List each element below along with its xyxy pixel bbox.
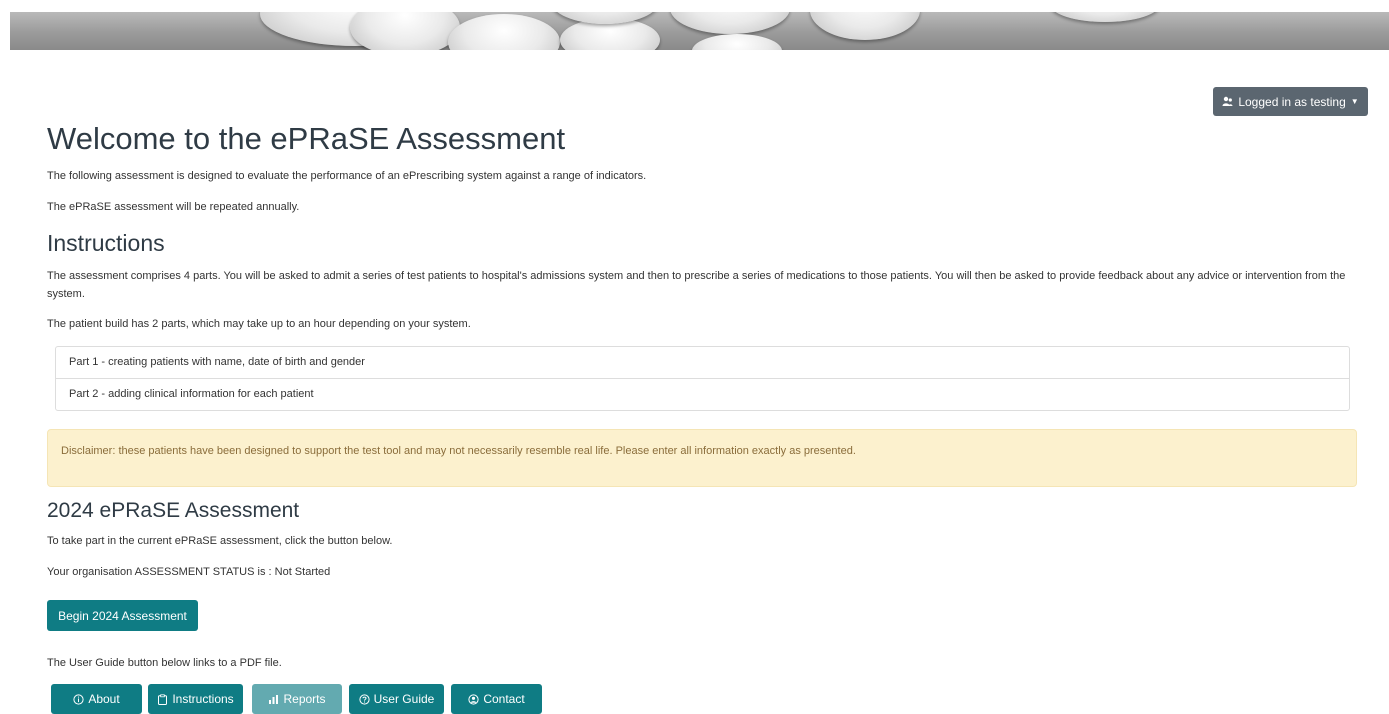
disclaimer-alert: Disclaimer: these patients have been des… bbox=[47, 429, 1357, 487]
instructions-heading: Instructions bbox=[47, 230, 165, 256]
user-icon bbox=[1222, 96, 1233, 107]
login-label: Logged in as testing bbox=[1238, 94, 1346, 109]
question-circle-icon bbox=[359, 693, 370, 705]
list-item: Part 1 - creating patients with name, da… bbox=[69, 356, 365, 368]
begin-assessment-label: Begin 2024 Assessment bbox=[58, 608, 187, 623]
contact-label: Contact bbox=[483, 692, 525, 706]
user-guide-button[interactable]: User Guide bbox=[349, 684, 444, 714]
parts-list: Part 1 - creating patients with name, da… bbox=[55, 346, 1350, 411]
intro-line-1: The following assessment is designed to … bbox=[47, 170, 647, 182]
page-title: Welcome to the ePRaSE Assessment bbox=[47, 121, 566, 156]
about-label: About bbox=[88, 692, 120, 706]
user-guide-label: User Guide bbox=[373, 692, 435, 706]
instructions-label: Instructions bbox=[172, 692, 234, 706]
instructions-button[interactable]: Instructions bbox=[148, 684, 243, 714]
header-banner-image bbox=[10, 12, 1389, 50]
user-circle-icon bbox=[468, 693, 479, 705]
begin-assessment-button[interactable]: Begin 2024 Assessment bbox=[47, 600, 198, 631]
caret-down-icon: ▼ bbox=[1350, 97, 1359, 106]
logged-in-user-dropdown[interactable]: Logged in as testing ▼ bbox=[1213, 87, 1368, 116]
about-button[interactable]: About bbox=[51, 684, 142, 714]
assessment-status-text: Your organisation ASSESSMENT STATUS is :… bbox=[47, 566, 331, 578]
assessment-heading: 2024 ePRaSE Assessment bbox=[47, 499, 300, 522]
take-part-text: To take part in the current ePRaSE asses… bbox=[47, 535, 393, 547]
list-item: Part 2 - adding clinical information for… bbox=[56, 378, 1349, 410]
bar-chart-icon bbox=[268, 694, 279, 705]
instructions-paragraph: The assessment comprises 4 parts. You wi… bbox=[47, 270, 1346, 300]
intro-line-2: The ePRaSE assessment will be repeated a… bbox=[47, 201, 300, 213]
contact-button[interactable]: Contact bbox=[451, 684, 542, 714]
patient-build-note: The patient build has 2 parts, which may… bbox=[47, 318, 471, 330]
user-guide-note: The User Guide button below links to a P… bbox=[47, 657, 282, 669]
info-circle-icon bbox=[73, 693, 84, 705]
reports-label: Reports bbox=[283, 692, 326, 706]
reports-button[interactable]: Reports bbox=[252, 684, 342, 714]
clipboard-icon bbox=[157, 693, 168, 705]
